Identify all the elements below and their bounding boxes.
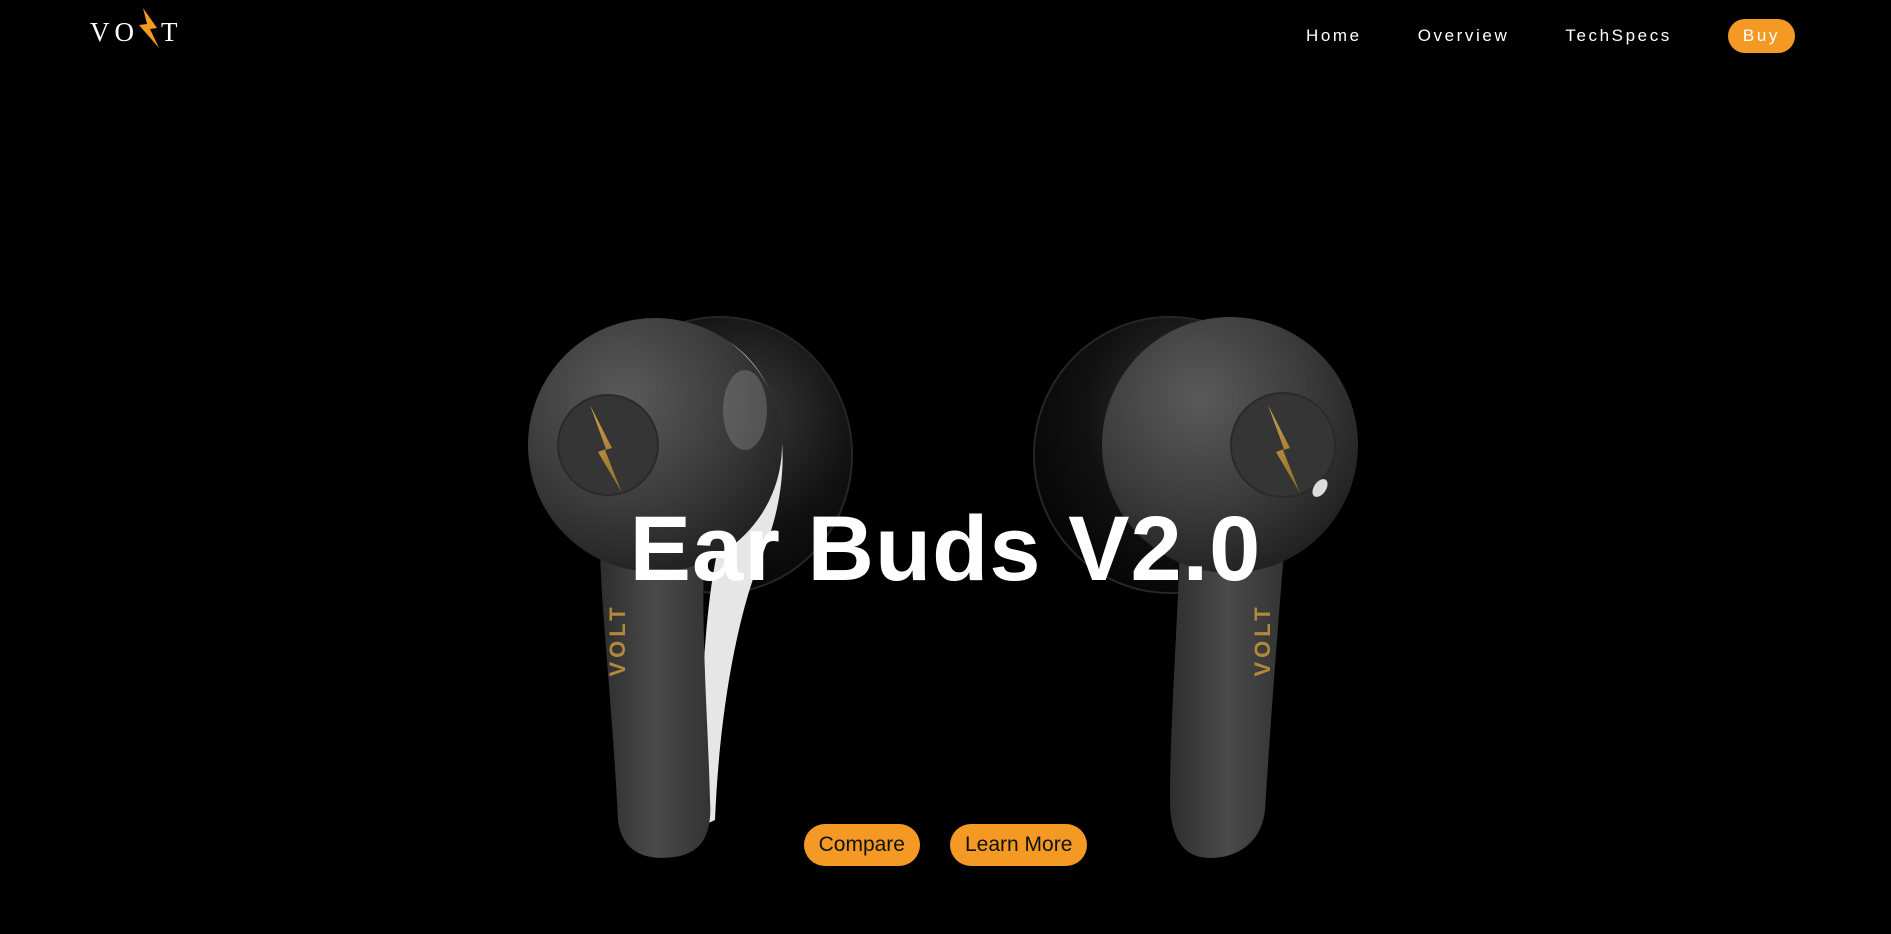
buy-button[interactable]: Buy bbox=[1727, 19, 1795, 53]
nav-home-link[interactable]: Home bbox=[1306, 18, 1362, 54]
learn-more-button[interactable]: Learn More bbox=[949, 824, 1088, 866]
brand-logo[interactable]: VO T bbox=[90, 8, 183, 54]
earbuds-product-image: VOLT VOLT bbox=[528, 316, 1358, 858]
page: VOLT VOLT VO T Home Overview TechSpecs B… bbox=[0, 0, 1891, 934]
hero-title: Ear Buds V2.0 bbox=[629, 498, 1262, 600]
nav-overview-link[interactable]: Overview bbox=[1418, 18, 1510, 54]
logo-text-left: VO bbox=[90, 16, 139, 47]
compare-button[interactable]: Compare bbox=[803, 824, 920, 866]
lightning-bolt-icon bbox=[139, 8, 159, 48]
svg-text:VOLT: VOLT bbox=[605, 603, 630, 676]
main-nav: Home Overview TechSpecs Buy bbox=[1306, 18, 1795, 54]
svg-text:VOLT: VOLT bbox=[1250, 603, 1275, 676]
logo-text-right: T bbox=[161, 16, 183, 47]
hero-actions: Compare Learn More bbox=[0, 824, 1891, 866]
nav-techspecs-link[interactable]: TechSpecs bbox=[1565, 18, 1672, 54]
